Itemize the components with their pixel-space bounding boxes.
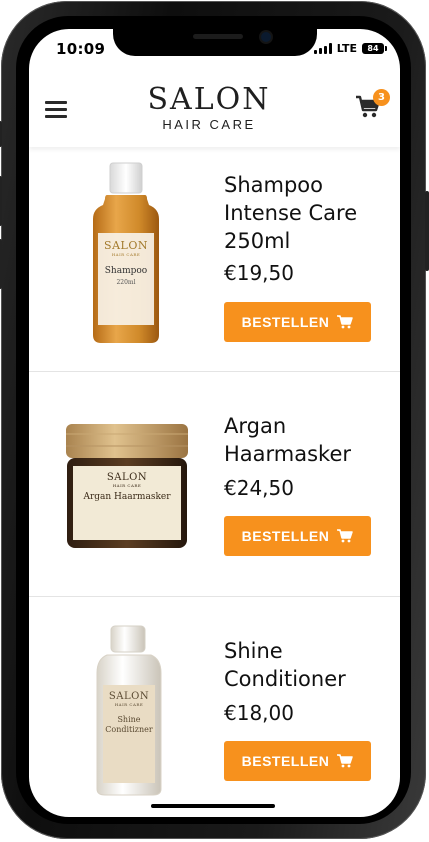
product-price: €18,00	[224, 701, 294, 725]
bottle-brand-sub: HAIR CARE	[111, 252, 141, 257]
cart-icon	[337, 315, 354, 329]
cart-count-badge: 3	[373, 89, 390, 106]
product-name[interactable]: Shampoo Intense Care 250ml	[224, 171, 394, 255]
volume-up-button	[0, 176, 2, 226]
product-name[interactable]: Argan Haarmasker	[224, 412, 394, 468]
order-button[interactable]: BESTELLEN	[224, 302, 371, 342]
hamburger-menu-icon[interactable]	[45, 98, 69, 118]
product-image-argan-mask[interactable]: SALON HAIR CARE Argan Haarmasker	[64, 422, 190, 556]
cart-button[interactable]: 3	[355, 89, 390, 125]
jar-label: Argan Haarmasker	[83, 492, 171, 502]
product-item: SALON HAIR CARE Argan Haarmasker Argan H…	[29, 371, 400, 596]
home-indicator[interactable]	[151, 804, 275, 808]
status-indicators: LTE 84	[313, 42, 387, 55]
order-button[interactable]: BESTELLEN	[224, 741, 371, 781]
power-button	[425, 191, 429, 271]
phone-frame: 10:09 LTE 84 SALON HAIR CARE 3 SALON HAI…	[0, 1, 429, 839]
app-header: SALON HAIR CARE 3	[29, 79, 400, 147]
jar-brand-sub: HAIR CARE	[112, 483, 142, 488]
product-image-shampoo[interactable]: SALON HAIR CARE Shampoo 220ml	[87, 161, 165, 349]
order-button[interactable]: BESTELLEN	[224, 516, 371, 556]
order-button-label: BESTELLEN	[241, 528, 330, 544]
product-name[interactable]: Shine Conditioner	[224, 637, 394, 693]
product-list: SALON HAIR CARE Shampoo 220ml Shampoo In…	[29, 147, 400, 817]
speaker-grille	[193, 34, 243, 39]
order-button-label: BESTELLEN	[241, 314, 330, 330]
bottle-brand: SALON	[104, 239, 148, 252]
signal-icon	[313, 43, 332, 54]
bottle-label: Shampoo	[104, 266, 148, 276]
front-camera	[261, 32, 271, 42]
screen: 10:09 LTE 84 SALON HAIR CARE 3 SALON HAI…	[29, 29, 400, 817]
volume-down-button	[0, 239, 2, 289]
battery-icon: 84	[362, 43, 387, 54]
network-type: LTE	[336, 42, 357, 55]
product-image-conditioner[interactable]: SALON HAIR CARE Shine Conditizner	[93, 625, 165, 801]
product-item: SALON HAIR CARE Shine Conditizner Shine …	[29, 596, 400, 817]
bottle-brand-sub: HAIR CARE	[114, 702, 144, 707]
order-button-label: BESTELLEN	[241, 753, 330, 769]
cart-icon	[337, 754, 354, 768]
mute-switch	[0, 121, 2, 147]
bottle-brand: SALON	[108, 691, 150, 702]
bottle-size: 220ml	[116, 279, 136, 286]
notch	[113, 29, 317, 56]
cart-icon	[337, 529, 354, 543]
product-price: €24,50	[224, 476, 294, 500]
salon-logo[interactable]: SALON HAIR CARE	[129, 82, 289, 133]
product-price: €19,50	[224, 261, 294, 285]
bottle-label: Shine Conditizner	[105, 715, 153, 734]
logo-title: SALON	[147, 82, 271, 117]
logo-subtitle: HAIR CARE	[162, 117, 256, 132]
jar-brand: SALON	[106, 472, 148, 483]
product-item: SALON HAIR CARE Shampoo 220ml Shampoo In…	[29, 147, 400, 371]
status-time: 10:09	[56, 40, 106, 58]
